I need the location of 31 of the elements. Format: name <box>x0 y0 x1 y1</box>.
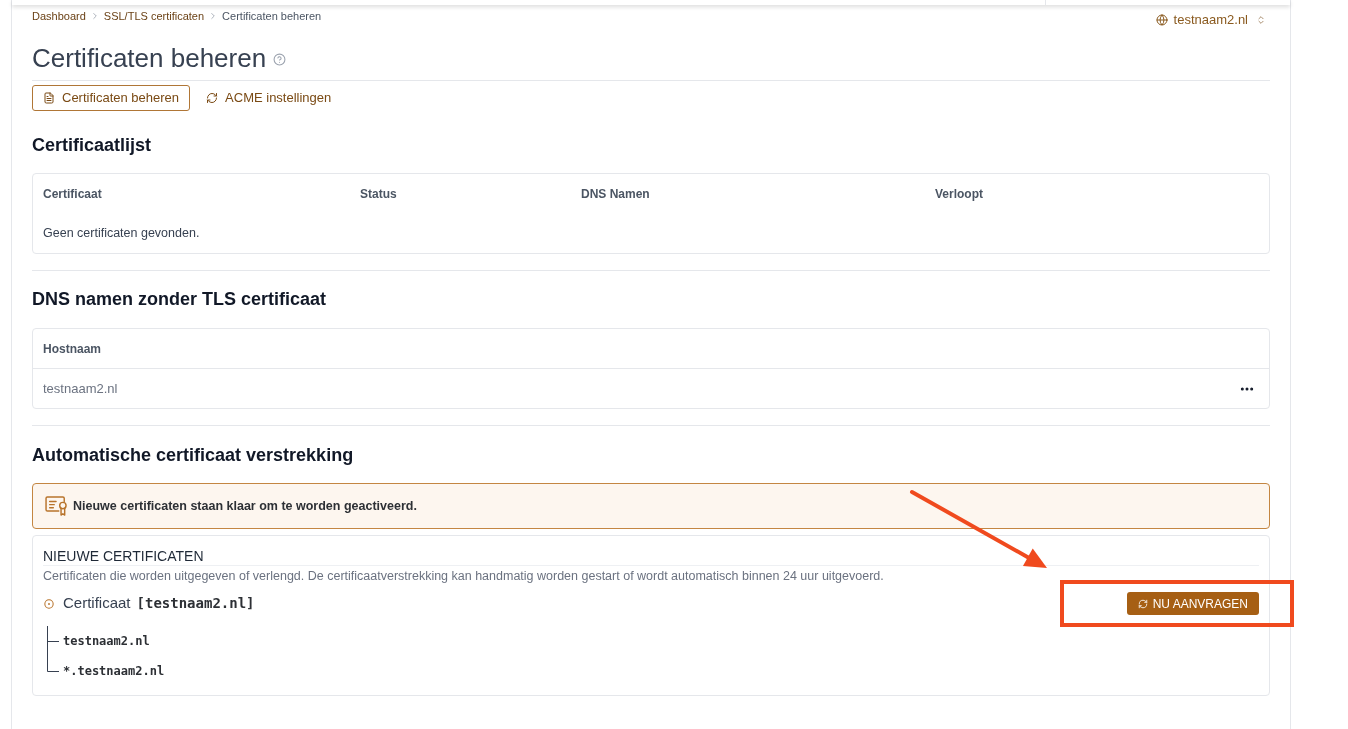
certificate-icon <box>45 496 68 516</box>
card-description: Certificaten die worden uitgegeven of verlengd. De certificaatverstrekking kan handmatig worden gestart of wordt automatisch binnen 24 uur uitgevoerd. <box>43 568 885 584</box>
section-heading: Automatische certificaat verstrekking <box>32 444 355 467</box>
refresh-icon <box>1137 598 1148 609</box>
request-now-button[interactable]: NU AANVRAGEN <box>1126 592 1259 615</box>
empty-message: Geen certificaten gevonden. <box>43 225 200 243</box>
section-heading: DNS namen zonder TLS certificaat <box>32 288 328 311</box>
tree-item: testnaam2.nl <box>63 633 150 650</box>
tree-item: *.testnaam2.nl <box>63 663 165 680</box>
bullet-icon <box>44 598 54 609</box>
globe-icon <box>1155 14 1168 26</box>
breadcrumb-link[interactable]: Dashboard <box>32 9 86 23</box>
alert-message: Nieuwe certificaten staan klaar om te worden geactiveerd. <box>73 497 417 515</box>
domain-selector[interactable]: testnaam2.nl <box>1155 11 1266 29</box>
certificate-label: Certificaat <box>63 593 131 614</box>
file-icon <box>43 92 55 104</box>
column-header: DNS Namen <box>581 186 650 203</box>
table-cell-text: testnaam2.nl <box>43 379 118 398</box>
tab[interactable]: Certificaten beheren <box>32 85 191 111</box>
tab[interactable]: ACME instellingen <box>202 85 336 111</box>
column-header: Status <box>360 186 397 203</box>
breadcrumb-current: Certificaten beheren <box>222 9 322 23</box>
column-header: Verloopt <box>935 186 983 203</box>
breadcrumb-link[interactable]: SSL/TLS certificaten <box>103 9 205 23</box>
section-heading: Certificaatlijst <box>32 134 153 157</box>
column-header: Hostnaam <box>43 340 101 358</box>
column-header: Certificaat <box>43 186 102 203</box>
chevrons-up-down-icon <box>1256 15 1266 25</box>
certificate-name: [testnaam2.nl] <box>136 594 255 613</box>
refresh-icon <box>206 92 219 104</box>
page-title: Certificaten beheren <box>32 42 267 75</box>
